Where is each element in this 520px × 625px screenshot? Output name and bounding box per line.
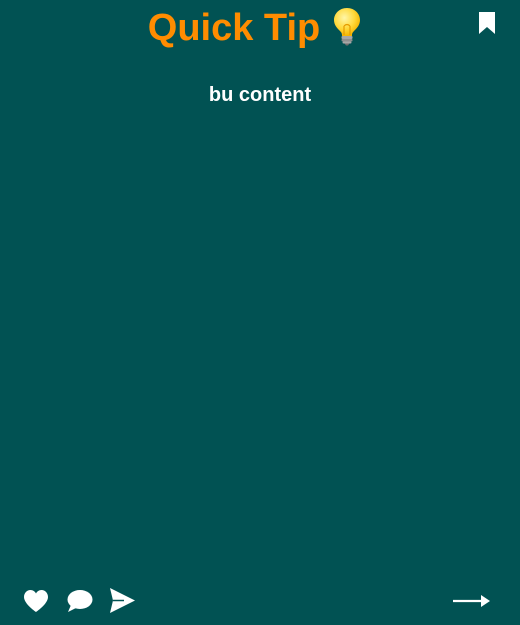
arrow-right-icon bbox=[453, 595, 490, 607]
paper-plane-icon bbox=[110, 588, 135, 613]
speech-bubble-icon bbox=[67, 590, 93, 612]
card-content: bu content bbox=[208, 84, 312, 106]
bookmark-button[interactable] bbox=[478, 11, 496, 35]
lightbulb-icon bbox=[332, 6, 362, 46]
like-button[interactable] bbox=[23, 589, 49, 613]
heart-icon bbox=[24, 590, 48, 612]
comment-button[interactable] bbox=[66, 589, 93, 613]
bookmark-icon bbox=[479, 12, 495, 34]
share-button[interactable] bbox=[109, 587, 136, 614]
next-button[interactable] bbox=[452, 592, 491, 610]
quick-tip-card: Quick Tip bu content bbox=[0, 0, 520, 625]
card-title-text: Quick Tip bbox=[147, 7, 321, 49]
card-title: Quick Tip bbox=[0, 6, 510, 50]
